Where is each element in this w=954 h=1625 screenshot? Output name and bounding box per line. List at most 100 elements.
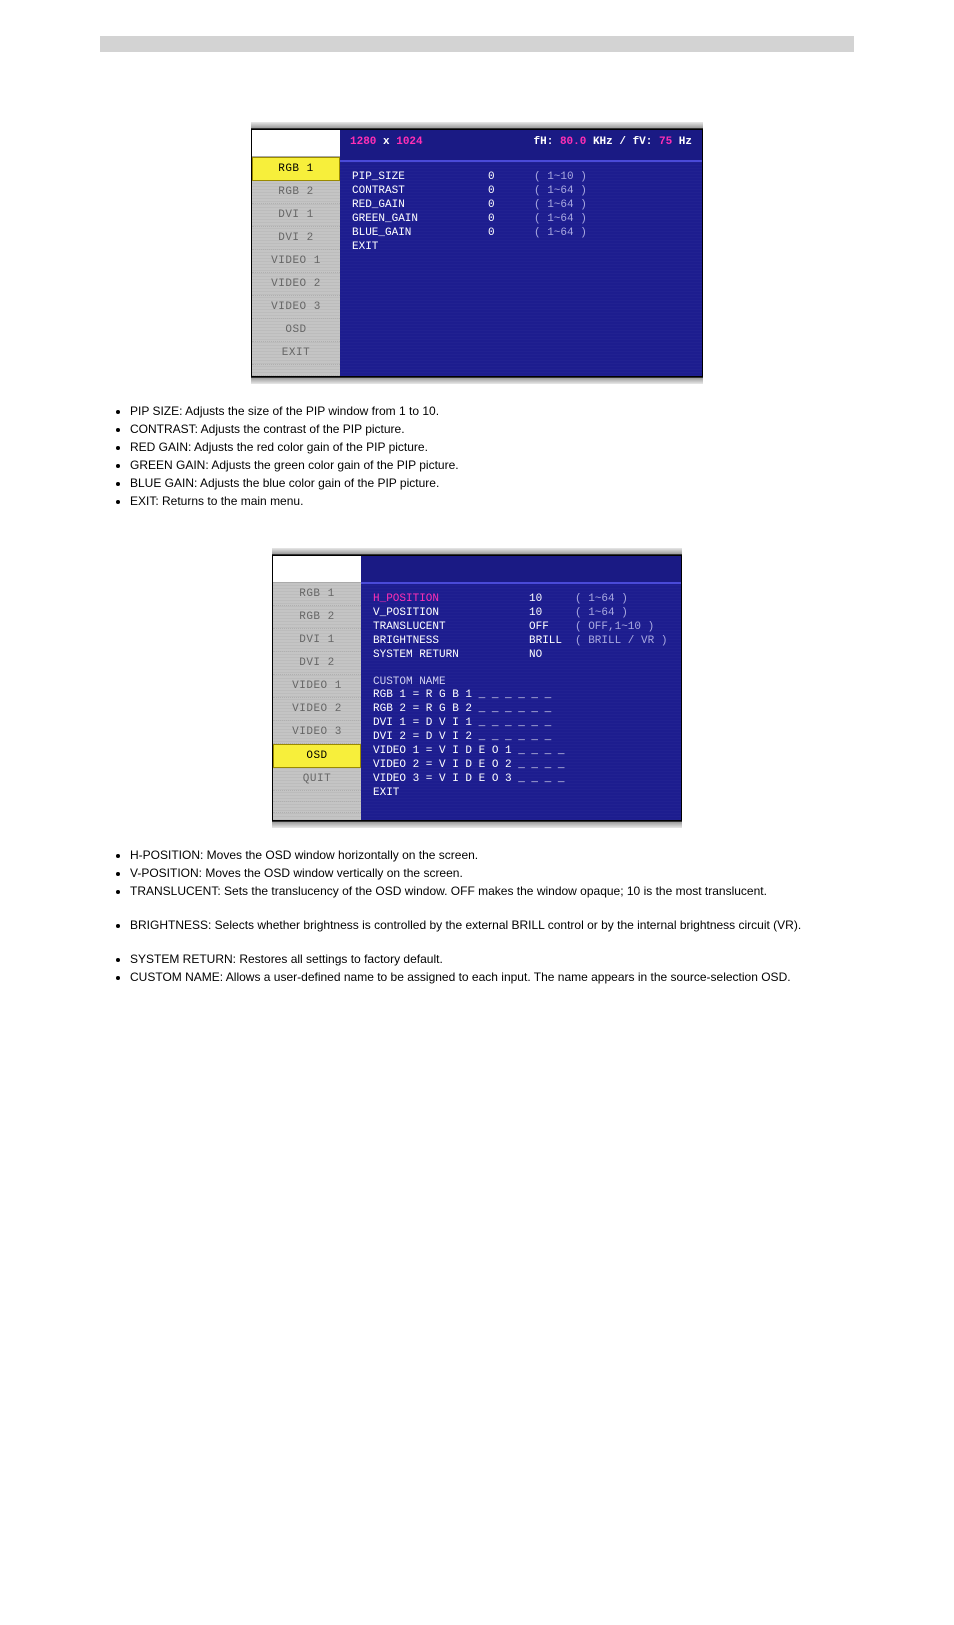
custom-video2[interactable]: VIDEO 2 = V I D E O 2 _ _ _ _ bbox=[373, 758, 669, 772]
sidebar-item-blank1 bbox=[252, 365, 340, 376]
custom-video1[interactable]: VIDEO 1 = V I D E O 1 _ _ _ _ bbox=[373, 744, 669, 758]
sidebar2-video3[interactable]: VIDEO 3 bbox=[273, 721, 361, 744]
custom-video3[interactable]: VIDEO 3 = V I D E O 3 _ _ _ _ bbox=[373, 772, 669, 786]
sidebar2-rgb2[interactable]: RGB 2 bbox=[273, 606, 361, 629]
bullet-blue-gain: BLUE GAIN: Adjusts the blue color gain o… bbox=[130, 476, 954, 490]
green-gain-range: ( 1~64 ) bbox=[534, 213, 587, 225]
osd-main-panel: 1280 x 1024 fH: 80.0 KHz / fV: 75 Hz PIP… bbox=[340, 130, 702, 376]
row-v-position[interactable]: V_POSITION 10 ( 1~64 ) bbox=[373, 606, 669, 620]
row-blue-gain[interactable]: BLUE_GAIN 0 ( 1~64 ) bbox=[352, 226, 690, 240]
custom-dvi1[interactable]: DVI 1 = D V I 1 _ _ _ _ _ _ bbox=[373, 716, 669, 730]
blue-gain-value: 0 bbox=[488, 227, 534, 239]
custom-rgb1[interactable]: RGB 1 = R G B 1 _ _ _ _ _ _ bbox=[373, 688, 669, 702]
fv-label: fV: bbox=[633, 136, 659, 148]
brightness-label: BRIGHTNESS bbox=[373, 635, 529, 647]
osd-header-2 bbox=[361, 556, 681, 584]
sidebar-item-video2[interactable]: VIDEO 2 bbox=[252, 273, 340, 296]
v-position-label: V_POSITION bbox=[373, 607, 529, 619]
osd-logo-area-2 bbox=[273, 556, 361, 583]
custom-rgb2-text: RGB 2 = R G B 2 _ _ _ _ _ _ bbox=[373, 703, 633, 715]
custom-exit-text: EXIT bbox=[373, 787, 509, 799]
bullet-red-gain: RED GAIN: Adjusts the red color gain of … bbox=[130, 440, 954, 454]
red-gain-range: ( 1~64 ) bbox=[534, 199, 587, 211]
sidebar-item-exit[interactable]: EXIT bbox=[252, 342, 340, 365]
system-return-value: NO bbox=[529, 649, 575, 661]
res-height: 1024 bbox=[396, 136, 422, 148]
osd-figure-pip: RGB 1 RGB 2 DVI 1 DVI 2 VIDEO 1 VIDEO 2 … bbox=[251, 122, 703, 384]
res-width: 1280 bbox=[350, 136, 376, 148]
row-system-return[interactable]: SYSTEM RETURN NO bbox=[373, 648, 669, 662]
custom-name-title: CUSTOM NAME bbox=[373, 676, 669, 688]
red-gain-label: RED_GAIN bbox=[352, 199, 488, 211]
exit-label: EXIT bbox=[352, 241, 488, 253]
custom-rgb1-text: RGB 1 = R G B 1 _ _ _ _ _ _ bbox=[373, 689, 633, 701]
osd-frame-top-2 bbox=[272, 548, 682, 555]
custom-rgb2[interactable]: RGB 2 = R G B 2 _ _ _ _ _ _ bbox=[373, 702, 669, 716]
custom-video1-text: VIDEO 1 = V I D E O 1 _ _ _ _ bbox=[373, 745, 633, 757]
v-position-range: ( 1~64 ) bbox=[575, 607, 628, 619]
sidebar-item-dvi1[interactable]: DVI 1 bbox=[252, 204, 340, 227]
sidebar2-rgb1[interactable]: RGB 1 bbox=[273, 583, 361, 606]
osd-frame-bottom bbox=[251, 377, 703, 384]
osd-rows: PIP_SIZE 0 ( 1~10 ) CONTRAST 0 ( 1~64 ) … bbox=[340, 162, 702, 274]
brightness-value: BRILL bbox=[529, 635, 575, 647]
sidebar-item-osd[interactable]: OSD bbox=[252, 319, 340, 342]
sidebar-item-dvi2[interactable]: DVI 2 bbox=[252, 227, 340, 250]
custom-dvi2-text: DVI 2 = D V I 2 _ _ _ _ _ _ bbox=[373, 731, 633, 743]
sidebar-item-rgb2[interactable]: RGB 2 bbox=[252, 181, 340, 204]
sidebar2-osd[interactable]: OSD bbox=[273, 744, 361, 768]
contrast-value: 0 bbox=[488, 185, 534, 197]
bullet-list-pip: PIP SIZE: Adjusts the size of the PIP wi… bbox=[130, 404, 954, 508]
translucent-label: TRANSLUCENT bbox=[373, 621, 529, 633]
osd-figure-osd: RGB 1 RGB 2 DVI 1 DVI 2 VIDEO 1 VIDEO 2 … bbox=[272, 548, 682, 828]
h-position-label: H_POSITION bbox=[373, 593, 529, 605]
row-brightness[interactable]: BRIGHTNESS BRILL ( BRILL / VR ) bbox=[373, 634, 669, 648]
bullet-pip-size: PIP SIZE: Adjusts the size of the PIP wi… bbox=[130, 404, 954, 418]
bullet-contrast: CONTRAST: Adjusts the contrast of the PI… bbox=[130, 422, 954, 436]
custom-exit[interactable]: EXIT bbox=[373, 786, 669, 800]
translucent-value: OFF bbox=[529, 621, 575, 633]
sidebar2-quit[interactable]: QUIT bbox=[273, 768, 361, 791]
row-h-position[interactable]: H_POSITION 10 ( 1~64 ) bbox=[373, 592, 669, 606]
osd-sidebar: RGB 1 RGB 2 DVI 1 DVI 2 VIDEO 1 VIDEO 2 … bbox=[252, 130, 340, 376]
red-gain-value: 0 bbox=[488, 199, 534, 211]
pip-size-range: ( 1~10 ) bbox=[534, 171, 587, 183]
custom-video2-text: VIDEO 2 = V I D E O 2 _ _ _ _ bbox=[373, 759, 633, 771]
fh-value: 80.0 bbox=[560, 136, 586, 148]
row-contrast[interactable]: CONTRAST 0 ( 1~64 ) bbox=[352, 184, 690, 198]
row-exit[interactable]: EXIT bbox=[352, 240, 690, 254]
osd-frame-bottom-2 bbox=[272, 821, 682, 828]
row-translucent[interactable]: TRANSLUCENT OFF ( OFF,1~10 ) bbox=[373, 620, 669, 634]
bullet-exit: EXIT: Returns to the main menu. bbox=[130, 494, 954, 508]
document-page: RGB 1 RGB 2 DVI 1 DVI 2 VIDEO 1 VIDEO 2 … bbox=[0, 36, 954, 984]
sidebar2-dvi2[interactable]: DVI 2 bbox=[273, 652, 361, 675]
v-position-value: 10 bbox=[529, 607, 575, 619]
res-x: x bbox=[376, 136, 396, 148]
khz-unit: KHz / bbox=[586, 136, 632, 148]
sidebar2-dvi1[interactable]: DVI 1 bbox=[273, 629, 361, 652]
green-gain-label: GREEN_GAIN bbox=[352, 213, 488, 225]
pip-size-value: 0 bbox=[488, 171, 534, 183]
sidebar2-blank2 bbox=[273, 802, 361, 813]
row-pip-size[interactable]: PIP_SIZE 0 ( 1~10 ) bbox=[352, 170, 690, 184]
bullet-h-position: H-POSITION: Moves the OSD window horizon… bbox=[130, 848, 954, 862]
fh-label: fH: bbox=[534, 136, 560, 148]
sidebar-item-video3[interactable]: VIDEO 3 bbox=[252, 296, 340, 319]
osd-rows-2: H_POSITION 10 ( 1~64 ) V_POSITION 10 ( 1… bbox=[361, 584, 681, 820]
sidebar-item-rgb1[interactable]: RGB 1 bbox=[252, 157, 340, 181]
row-green-gain[interactable]: GREEN_GAIN 0 ( 1~64 ) bbox=[352, 212, 690, 226]
bullet-translucent: TRANSLUCENT: Sets the translucency of th… bbox=[130, 884, 954, 898]
h-position-value: 10 bbox=[529, 593, 575, 605]
osd-logo-area bbox=[252, 130, 340, 157]
row-red-gain[interactable]: RED_GAIN 0 ( 1~64 ) bbox=[352, 198, 690, 212]
sidebar-item-video1[interactable]: VIDEO 1 bbox=[252, 250, 340, 273]
custom-dvi2[interactable]: DVI 2 = D V I 2 _ _ _ _ _ _ bbox=[373, 730, 669, 744]
sidebar2-blank1 bbox=[273, 791, 361, 802]
brightness-range: ( BRILL / VR ) bbox=[575, 635, 667, 647]
sidebar2-video2[interactable]: VIDEO 2 bbox=[273, 698, 361, 721]
fv-value: 75 bbox=[659, 136, 672, 148]
sidebar2-video1[interactable]: VIDEO 1 bbox=[273, 675, 361, 698]
bullet-v-position: V-POSITION: Moves the OSD window vertica… bbox=[130, 866, 954, 880]
top-grey-bar bbox=[100, 36, 854, 52]
bullet-system-return: SYSTEM RETURN: Restores all settings to … bbox=[130, 952, 954, 966]
